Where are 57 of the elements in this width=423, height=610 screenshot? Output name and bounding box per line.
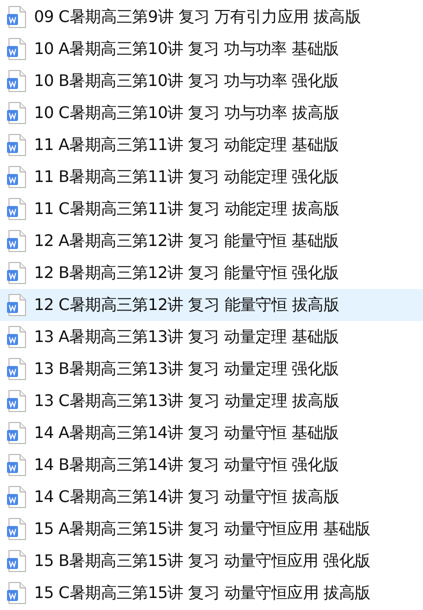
file-item[interactable]: 11 A暑期高三第11讲 复习 动能定理 基础版 xyxy=(0,129,423,161)
file-item[interactable]: 15 A暑期高三第15讲 复习 动量守恒应用 基础版 xyxy=(0,513,423,545)
file-name: 13 B暑期高三第13讲 复习 动量定理 强化版 xyxy=(34,358,339,380)
file-name: 12 B暑期高三第12讲 复习 能量守恒 强化版 xyxy=(34,262,339,284)
file-name: 14 C暑期高三第14讲 复习 动量守恒 拔高版 xyxy=(34,486,340,508)
file-item[interactable]: 12 C暑期高三第12讲 复习 能量守恒 拔高版 xyxy=(0,289,423,321)
file-name: 14 A暑期高三第14讲 复习 动量守恒 基础版 xyxy=(34,422,339,444)
document-icon xyxy=(6,197,28,221)
file-name: 15 C暑期高三第15讲 复习 动量守恒应用 拔高版 xyxy=(34,582,370,604)
document-icon xyxy=(6,133,28,157)
file-item[interactable]: 10 A暑期高三第10讲 复习 功与功率 基础版 xyxy=(0,33,423,65)
file-item[interactable]: 14 A暑期高三第14讲 复习 动量守恒 基础版 xyxy=(0,417,423,449)
file-item[interactable]: 15 B暑期高三第15讲 复习 动量守恒应用 强化版 xyxy=(0,545,423,577)
document-icon xyxy=(6,485,28,509)
document-icon xyxy=(6,37,28,61)
file-item[interactable]: 11 C暑期高三第11讲 复习 动能定理 拔高版 xyxy=(0,193,423,225)
file-item[interactable]: 12 B暑期高三第12讲 复习 能量守恒 强化版 xyxy=(0,257,423,289)
file-item[interactable]: 14 B暑期高三第14讲 复习 动量守恒 强化版 xyxy=(0,449,423,481)
file-name: 14 B暑期高三第14讲 复习 动量守恒 强化版 xyxy=(34,454,339,476)
document-icon xyxy=(6,421,28,445)
document-icon xyxy=(6,517,28,541)
file-name: 11 C暑期高三第11讲 复习 动能定理 拔高版 xyxy=(34,198,340,220)
file-item[interactable]: 13 B暑期高三第13讲 复习 动量定理 强化版 xyxy=(0,353,423,385)
document-icon xyxy=(6,453,28,477)
file-name: 15 A暑期高三第15讲 复习 动量守恒应用 基础版 xyxy=(34,518,370,540)
document-icon xyxy=(6,389,28,413)
file-name: 12 C暑期高三第12讲 复习 能量守恒 拔高版 xyxy=(34,294,340,316)
document-icon xyxy=(6,549,28,573)
file-name: 13 C暑期高三第13讲 复习 动量定理 拔高版 xyxy=(34,390,340,412)
file-name: 12 A暑期高三第12讲 复习 能量守恒 基础版 xyxy=(34,230,339,252)
file-name: 11 B暑期高三第11讲 复习 动能定理 强化版 xyxy=(34,166,339,188)
file-name: 10 A暑期高三第10讲 复习 功与功率 基础版 xyxy=(34,38,339,60)
document-icon xyxy=(6,261,28,285)
file-name: 09 C暑期高三第9讲 复习 万有引力应用 拔高版 xyxy=(34,6,361,28)
document-icon xyxy=(6,229,28,253)
file-name: 13 A暑期高三第13讲 复习 动量定理 基础版 xyxy=(34,326,339,348)
file-item[interactable]: 14 C暑期高三第14讲 复习 动量守恒 拔高版 xyxy=(0,481,423,513)
file-name: 11 A暑期高三第11讲 复习 动能定理 基础版 xyxy=(34,134,339,156)
file-name: 10 C暑期高三第10讲 复习 功与功率 拔高版 xyxy=(34,102,340,124)
file-item[interactable]: 13 C暑期高三第13讲 复习 动量定理 拔高版 xyxy=(0,385,423,417)
file-item[interactable]: 11 B暑期高三第11讲 复习 动能定理 强化版 xyxy=(0,161,423,193)
file-item[interactable]: 10 B暑期高三第10讲 复习 功与功率 强化版 xyxy=(0,65,423,97)
document-icon xyxy=(6,325,28,349)
file-name: 15 B暑期高三第15讲 复习 动量守恒应用 强化版 xyxy=(34,550,370,572)
file-item[interactable]: 10 C暑期高三第10讲 复习 功与功率 拔高版 xyxy=(0,97,423,129)
document-icon xyxy=(6,69,28,93)
document-icon xyxy=(6,357,28,381)
file-item[interactable]: 09 C暑期高三第9讲 复习 万有引力应用 拔高版 xyxy=(0,1,423,33)
document-icon xyxy=(6,101,28,125)
file-item[interactable]: 13 A暑期高三第13讲 复习 动量定理 基础版 xyxy=(0,321,423,353)
file-name: 10 B暑期高三第10讲 复习 功与功率 强化版 xyxy=(34,70,339,92)
document-icon xyxy=(6,581,28,605)
document-icon xyxy=(6,165,28,189)
file-item[interactable]: 15 C暑期高三第15讲 复习 动量守恒应用 拔高版 xyxy=(0,577,423,609)
file-item[interactable]: 12 A暑期高三第12讲 复习 能量守恒 基础版 xyxy=(0,225,423,257)
document-icon xyxy=(6,5,28,29)
document-icon xyxy=(6,293,28,317)
